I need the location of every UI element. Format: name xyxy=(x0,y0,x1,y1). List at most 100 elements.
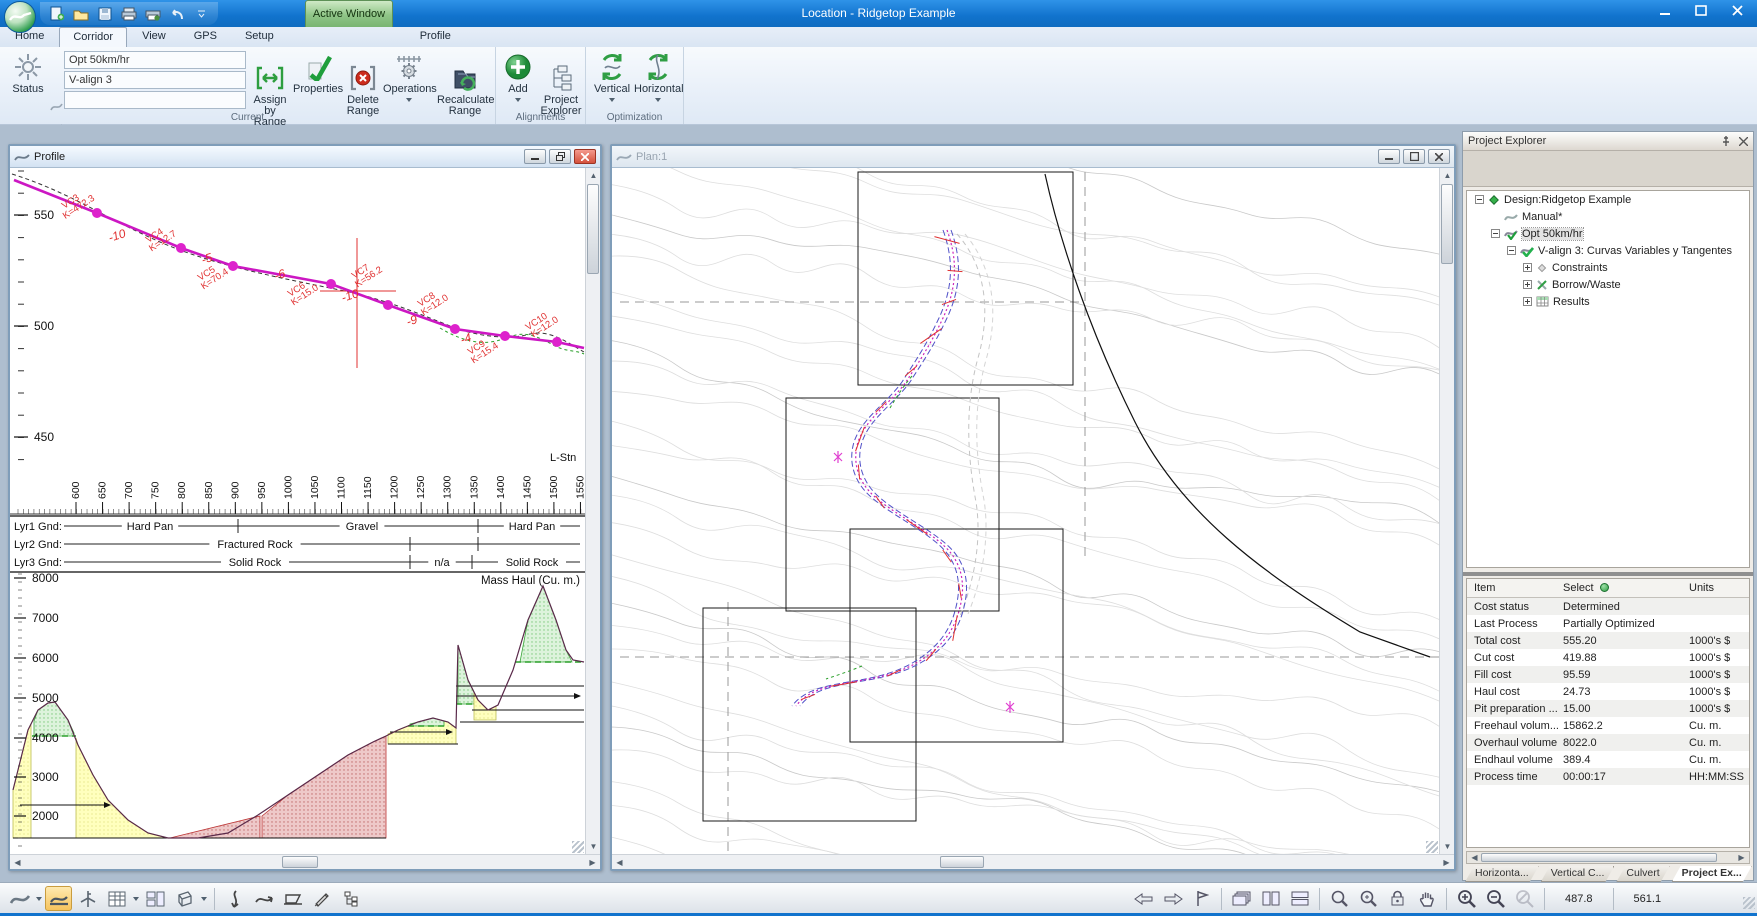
sketch-tool-icon[interactable] xyxy=(308,886,335,911)
profile-minimize-button[interactable] xyxy=(524,149,546,164)
profile-resize-grip[interactable] xyxy=(572,841,584,853)
multi-window-icon[interactable] xyxy=(142,886,169,911)
lock-view-icon[interactable] xyxy=(1384,886,1411,911)
panel-tab-1[interactable]: Horizonta... xyxy=(1465,866,1539,882)
tree-item[interactable]: Borrow/Waste xyxy=(1467,276,1749,293)
add-button[interactable]: Add xyxy=(500,50,536,106)
collapse-icon[interactable] xyxy=(1507,246,1516,255)
collapse-icon[interactable] xyxy=(1475,195,1484,204)
tile-horizontal-icon[interactable] xyxy=(1286,886,1313,911)
zoom-out-icon[interactable] xyxy=(1482,886,1509,911)
alignment-field[interactable] xyxy=(64,51,246,69)
cascade-windows-icon[interactable] xyxy=(1228,886,1255,911)
zoom-in-icon[interactable] xyxy=(1453,886,1480,911)
select-status-icon[interactable] xyxy=(1600,583,1609,592)
tab-corridor[interactable]: Corridor xyxy=(59,27,127,47)
tab-view[interactable]: View xyxy=(129,27,179,47)
data-table-caret-icon[interactable] xyxy=(132,886,140,911)
tab-setup[interactable]: Setup xyxy=(232,27,287,47)
expand-icon[interactable] xyxy=(1523,280,1532,289)
plan-close-button[interactable] xyxy=(1428,149,1450,164)
profile-vscrollbar[interactable]: ▲▼ xyxy=(585,168,600,854)
valign-field[interactable] xyxy=(64,71,246,89)
tree-item-label[interactable]: V-align 3: Curvas Variables y Tangentes xyxy=(1538,245,1732,257)
zoom-tool-icon[interactable] xyxy=(1326,886,1353,911)
table-row[interactable]: Freehaul volum...15862.2Cu. m. xyxy=(1467,717,1749,734)
view-3d-caret-icon[interactable] xyxy=(200,886,208,911)
panel-tab-4[interactable]: Project Ex... xyxy=(1672,866,1752,882)
cross-section-view-icon[interactable] xyxy=(74,886,101,911)
table-row[interactable]: Endhaul volume389.4Cu. m. xyxy=(1467,751,1749,768)
forward-icon[interactable] xyxy=(1159,886,1186,911)
tile-vertical-icon[interactable] xyxy=(1257,886,1284,911)
plan-maximize-button[interactable] xyxy=(1403,149,1425,164)
properties-button[interactable]: Properties xyxy=(293,50,343,95)
project-explorer-button[interactable]: Project Explorer xyxy=(538,50,584,117)
data-table-icon[interactable] xyxy=(103,886,130,911)
collapse-icon[interactable] xyxy=(1491,229,1500,238)
profile-window-titlebar[interactable]: Profile xyxy=(10,146,600,168)
tree-item-label[interactable]: Results xyxy=(1553,296,1590,308)
panel-header[interactable]: Project Explorer xyxy=(1463,132,1753,151)
plan-view-caret-icon[interactable] xyxy=(35,886,43,911)
flag-icon[interactable] xyxy=(1188,886,1215,911)
tree-item[interactable]: Results xyxy=(1467,293,1749,310)
plan-map[interactable] xyxy=(612,168,1439,854)
panel-tab-2[interactable]: Vertical C... xyxy=(1541,866,1615,882)
expand-icon[interactable] xyxy=(1523,263,1532,272)
table-row[interactable]: Last ProcessPartially Optimized xyxy=(1467,615,1749,632)
tab-gps[interactable]: GPS xyxy=(181,27,230,47)
table-row[interactable]: Process time00:00:17HH:MM:SS xyxy=(1467,768,1749,785)
tree-item[interactable]: Design:Ridgetop Example xyxy=(1467,191,1749,208)
tab-profile[interactable]: Profile xyxy=(407,27,464,47)
panel-splitter[interactable] xyxy=(1463,572,1753,576)
extra-field[interactable] xyxy=(64,91,246,109)
tree-item[interactable]: Constraints xyxy=(1467,259,1749,276)
tree-item[interactable]: V-align 3: Curvas Variables y Tangentes xyxy=(1467,242,1749,259)
zoom-window-icon[interactable] xyxy=(1355,886,1382,911)
pan-hand-icon[interactable] xyxy=(1413,886,1440,911)
profile-close-button[interactable] xyxy=(574,149,596,164)
table-row[interactable]: Overhaul volume8022.0Cu. m. xyxy=(1467,734,1749,751)
section-template-tool-icon[interactable] xyxy=(279,886,306,911)
vc-points[interactable] xyxy=(92,208,562,347)
tree-item-label[interactable]: Opt 50km/hr xyxy=(1522,228,1583,240)
plan-minimize-button[interactable] xyxy=(1378,149,1400,164)
status-button[interactable]: Status xyxy=(4,50,52,95)
plan-resize-grip[interactable] xyxy=(1426,841,1438,853)
view-3d-icon[interactable] xyxy=(171,886,198,911)
table-row[interactable]: Cost statusDetermined xyxy=(1467,598,1749,615)
panel-tab-3[interactable]: Culvert xyxy=(1616,866,1669,882)
tree-item[interactable]: Opt 50km/hr xyxy=(1467,225,1749,242)
panel-close-icon[interactable] xyxy=(1739,137,1748,146)
horizontal-optimize-button[interactable]: Horizontal xyxy=(634,50,682,106)
vertical-curve-tool-icon[interactable] xyxy=(221,886,248,911)
minimize-button[interactable] xyxy=(1647,0,1683,21)
horizontal-curve-tool-icon[interactable] xyxy=(250,886,277,911)
expand-icon[interactable] xyxy=(1523,297,1532,306)
tree-item[interactable]: Manual* xyxy=(1467,208,1749,225)
close-button[interactable] xyxy=(1719,0,1755,21)
panel-hscrollbar[interactable]: ◀▶ xyxy=(1466,851,1750,864)
vertical-optimize-button[interactable]: Vertical xyxy=(590,50,634,106)
app-logo-icon[interactable] xyxy=(4,1,36,33)
profile-view-icon[interactable] xyxy=(45,886,72,911)
vertical-alignment-line[interactable] xyxy=(14,180,584,348)
tree-item-label[interactable]: Design:Ridgetop Example xyxy=(1504,194,1631,206)
table-row[interactable]: Cut cost419.881000's $ xyxy=(1467,649,1749,666)
pin-icon[interactable] xyxy=(1721,135,1731,147)
table-row[interactable]: Fill cost95.591000's $ xyxy=(1467,666,1749,683)
plan-hscrollbar[interactable]: ◀▶ xyxy=(612,854,1454,869)
recalculate-range-button[interactable]: Recalculate Range xyxy=(437,50,493,117)
back-icon[interactable] xyxy=(1130,886,1157,911)
table-row[interactable]: Haul cost24.731000's $ xyxy=(1467,683,1749,700)
plan-window-titlebar[interactable]: Plan:1 xyxy=(612,146,1454,168)
profile-hscrollbar[interactable]: ◀▶ xyxy=(10,854,600,869)
tree-item-label[interactable]: Manual* xyxy=(1522,211,1562,223)
profile-restore-button[interactable] xyxy=(549,149,571,164)
delete-range-button[interactable]: Delete Range xyxy=(345,50,381,117)
plan-view-icon[interactable] xyxy=(6,886,33,911)
plan-vscrollbar[interactable]: ▲▼ xyxy=(1439,168,1454,854)
tree-item-label[interactable]: Constraints xyxy=(1552,262,1608,274)
table-row[interactable]: Total cost555.201000's $ xyxy=(1467,632,1749,649)
